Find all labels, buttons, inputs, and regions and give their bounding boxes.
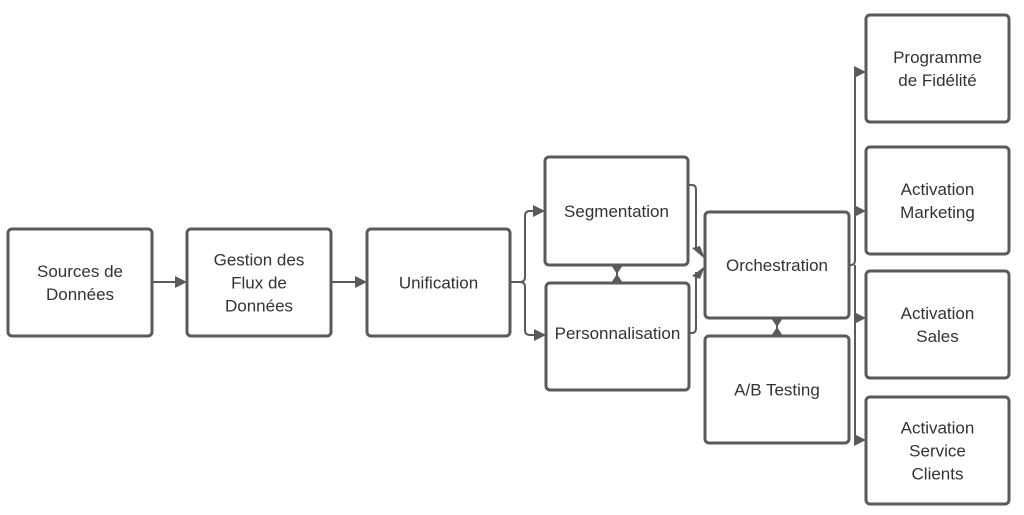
node-label: de Fidélité xyxy=(898,71,976,90)
node-abtesting[interactable]: A/B Testing xyxy=(703,334,851,445)
node-sales[interactable]: Activation Sales xyxy=(864,269,1011,380)
node-label: Activation xyxy=(901,180,975,199)
node-label: Gestion des xyxy=(214,251,305,270)
node-box xyxy=(864,269,1011,380)
node-label: Programme xyxy=(893,48,982,67)
node-label: Clients xyxy=(912,465,964,484)
arrow-head-icon xyxy=(175,276,187,288)
arrow-head-icon xyxy=(854,205,866,217)
node-label: Unification xyxy=(399,274,478,293)
node-marketing[interactable]: Activation Marketing xyxy=(864,145,1011,256)
node-label: Activation xyxy=(901,304,975,323)
arrow-head-icon xyxy=(854,312,866,324)
node-label: Service xyxy=(909,442,966,461)
node-box xyxy=(864,13,1011,124)
edge-unification-personnalisation xyxy=(519,281,535,336)
node-label: Sources de xyxy=(37,262,123,281)
arrow-head-icon xyxy=(854,434,866,446)
node-label: Personnalisation xyxy=(555,324,681,343)
node-box xyxy=(6,227,154,338)
arrow-head-icon xyxy=(355,276,367,288)
node-label: Données xyxy=(225,297,293,316)
node-sources[interactable]: Sources de Données xyxy=(6,227,154,338)
node-segmentation[interactable]: Segmentation xyxy=(543,155,690,267)
node-gestion[interactable]: Gestion des Flux de Données xyxy=(185,227,333,338)
node-service[interactable]: Activation Service Clients xyxy=(864,395,1011,506)
edge-unification-segmentation xyxy=(510,210,534,283)
node-label: Orchestration xyxy=(726,256,828,275)
node-fidelite[interactable]: Programme de Fidélité xyxy=(864,13,1011,124)
node-label: Marketing xyxy=(900,203,975,222)
node-orchestration[interactable]: Orchestration xyxy=(703,210,851,320)
node-label: Sales xyxy=(916,327,959,346)
node-label: A/B Testing xyxy=(734,381,820,400)
node-label: Données xyxy=(46,285,114,304)
node-label: Activation xyxy=(901,419,975,438)
node-label: Flux de xyxy=(231,274,287,293)
node-unification[interactable]: Unification xyxy=(365,227,512,338)
arrow-head-icon xyxy=(854,66,866,78)
arrow-head-icon xyxy=(692,246,705,259)
diagram: Sources de Données Gestion des Flux de Donné… xyxy=(6,13,1011,506)
node-box xyxy=(864,145,1011,256)
node-label: Segmentation xyxy=(564,202,669,221)
node-personnalisation[interactable]: Personnalisation xyxy=(544,281,691,392)
arrow-head-icon xyxy=(533,205,545,217)
arrow-head-icon xyxy=(534,329,546,341)
arrow-head-icon xyxy=(692,266,705,279)
